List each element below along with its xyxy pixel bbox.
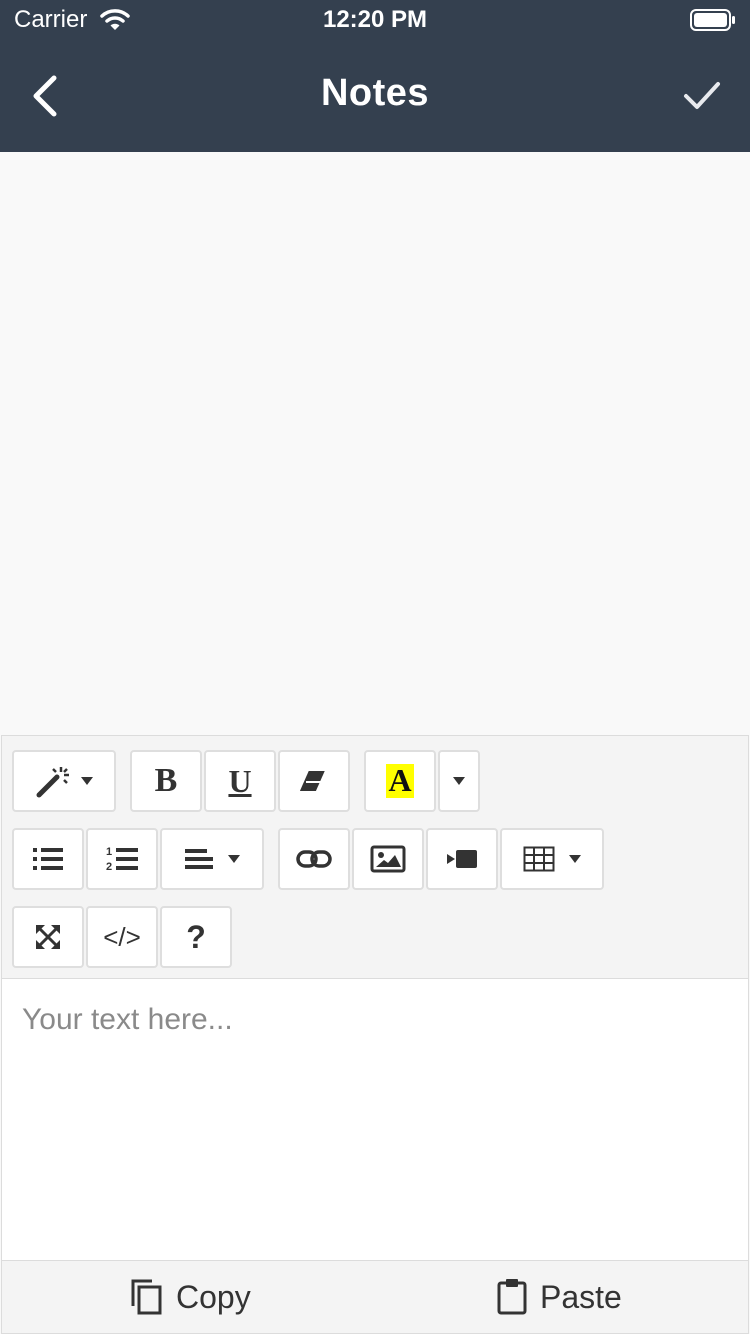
checkmark-icon (684, 82, 720, 109)
link-icon (296, 850, 332, 868)
bold-button[interactable]: B (130, 750, 202, 812)
caret-down-icon (81, 777, 93, 785)
fullscreen-icon (35, 924, 61, 950)
navigation-header: Carrier 12:20 PM Notes (0, 0, 750, 152)
battery-icon (690, 9, 736, 31)
numbered-list-icon: 1 2 (106, 846, 138, 873)
copy-icon (131, 1279, 162, 1315)
bulleted-list-icon (33, 848, 63, 870)
align-dropdown-button[interactable] (160, 828, 264, 890)
style-magic-button[interactable] (12, 750, 116, 812)
clear-format-button[interactable] (278, 750, 350, 812)
align-left-icon (185, 849, 213, 869)
rich-text-editor: B U A 1 2 </> ? Your text here... Copy P… (1, 735, 749, 1334)
highlight-label: A (388, 762, 412, 798)
copy-button[interactable]: Copy (130, 1275, 251, 1319)
status-bar: Carrier 12:20 PM (0, 0, 750, 40)
link-button[interactable] (278, 828, 350, 890)
bold-label: B (154, 762, 178, 799)
help-label: ? (186, 918, 206, 955)
editor-text-area[interactable]: Your text here... (2, 979, 748, 1260)
eraser-icon (300, 771, 325, 791)
help-button[interactable]: ? (160, 906, 232, 968)
content-area (0, 152, 750, 735)
paste-icon (497, 1279, 527, 1315)
highlight-color-button[interactable]: A (364, 750, 436, 812)
video-icon (447, 850, 477, 868)
table-button[interactable] (500, 828, 604, 890)
underline-label: U (228, 762, 252, 799)
magic-wand-icon (36, 767, 69, 798)
video-button[interactable] (426, 828, 498, 890)
page-title: Notes (320, 72, 430, 114)
caret-down-icon (453, 777, 465, 785)
code-view-label: </> (103, 921, 141, 952)
fullscreen-button[interactable] (12, 906, 84, 968)
image-button[interactable] (352, 828, 424, 890)
color-dropdown-button[interactable] (438, 750, 480, 812)
underline-button[interactable]: U (204, 750, 276, 812)
paste-label: Paste (540, 1278, 622, 1315)
copy-label: Copy (176, 1278, 251, 1315)
caret-down-icon (569, 855, 581, 863)
editor-toolbar: B U A 1 2 </> ? (2, 736, 748, 979)
list-number-1: 1 (106, 846, 112, 858)
image-icon (370, 845, 406, 873)
ordered-list-button[interactable]: 1 2 (86, 828, 158, 890)
done-button[interactable] (680, 76, 724, 116)
highlight-swatch: A (386, 762, 414, 798)
paste-button[interactable]: Paste (496, 1275, 622, 1319)
code-view-button[interactable]: </> (86, 906, 158, 968)
caret-down-icon (228, 855, 240, 863)
status-time: 12:20 PM (322, 6, 428, 33)
table-icon (523, 846, 555, 872)
list-number-2: 2 (106, 861, 112, 873)
unordered-list-button[interactable] (12, 828, 84, 890)
clipboard-bar: Copy Paste (2, 1260, 748, 1333)
editor-placeholder: Your text here... (22, 1003, 233, 1036)
